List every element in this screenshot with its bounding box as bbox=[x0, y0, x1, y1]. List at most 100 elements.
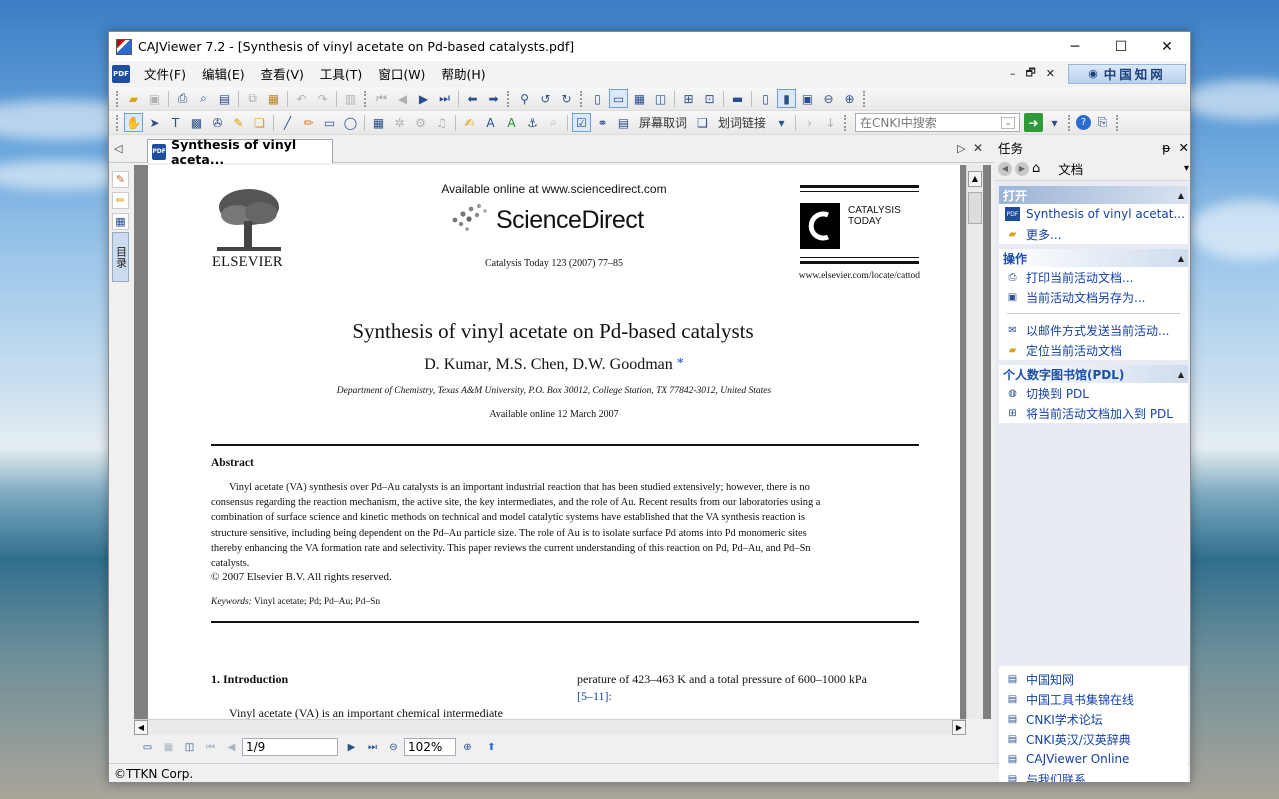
toolbar-grip[interactable] bbox=[844, 114, 848, 131]
collapse-icon[interactable]: ▲ bbox=[1178, 191, 1184, 200]
document-pdf-icon[interactable]: PDF bbox=[112, 64, 130, 83]
menu-view[interactable]: 查看(V) bbox=[253, 64, 312, 83]
hand-tool-icon[interactable]: ✋ bbox=[124, 113, 143, 132]
cnki-logo[interactable]: ◉ 中国知网 bbox=[1068, 63, 1186, 84]
horizontal-scrollbar[interactable]: ◀ ▶ bbox=[134, 719, 966, 735]
mdi-minimize-button[interactable]: – bbox=[1010, 67, 1016, 80]
highlight-icon[interactable]: ✎ bbox=[229, 113, 248, 132]
search-knowledge-icon[interactable]: ⌕ bbox=[544, 113, 563, 132]
reference-link[interactable]: [5–11]: bbox=[577, 689, 612, 704]
double-page-view-icon[interactable]: ◫ bbox=[182, 740, 197, 755]
properties-icon[interactable]: ▥ bbox=[341, 89, 360, 108]
toolbar-grip[interactable] bbox=[580, 90, 584, 107]
actual-size-icon[interactable]: ▯ bbox=[756, 89, 775, 108]
single-page-icon[interactable]: ▯ bbox=[588, 89, 607, 108]
rotate-dropdown-icon[interactable]: ⊡ bbox=[700, 89, 719, 108]
link-cnki[interactable]: ▤ 中国知网 bbox=[999, 669, 1188, 689]
image-select-icon[interactable]: ▩ bbox=[187, 113, 206, 132]
ocr-icon[interactable]: ✇ bbox=[208, 113, 227, 132]
first-page-icon[interactable]: ⏮ bbox=[372, 89, 391, 108]
task-pane-nav-label[interactable]: 文档 bbox=[1048, 159, 1184, 178]
toolbar-grip[interactable] bbox=[863, 90, 867, 107]
arrow-down-icon[interactable]: ↓ bbox=[821, 113, 840, 132]
thumbnail-view-icon[interactable]: ▦ bbox=[161, 740, 176, 755]
underline-icon[interactable]: A bbox=[502, 113, 521, 132]
task-pane-dropdown-icon[interactable]: ▾ bbox=[1184, 163, 1189, 174]
mdi-close-button[interactable]: ✕ bbox=[1046, 67, 1055, 80]
switch-to-pdl-link[interactable]: ◍ 切换到 PDL bbox=[999, 383, 1188, 403]
paste-icon[interactable]: ▦ bbox=[264, 89, 283, 108]
rotate-right-icon[interactable]: ↻ bbox=[557, 89, 576, 108]
save-as-link[interactable]: ▣ 当前活动文档另存为... bbox=[999, 287, 1188, 307]
ellipse-icon[interactable]: ◯ bbox=[341, 113, 360, 132]
menu-tools[interactable]: 工具(T) bbox=[312, 64, 370, 83]
menu-edit[interactable]: 编辑(E) bbox=[194, 64, 253, 83]
open-folder-icon[interactable]: ▰ bbox=[124, 89, 143, 108]
add-to-pdl-link[interactable]: ⊞ 将当前活动文档加入到 PDL bbox=[999, 403, 1188, 423]
copy-icon[interactable]: ⧉ bbox=[243, 89, 262, 108]
forward-icon[interactable]: ▶ bbox=[1015, 161, 1029, 176]
first-page-icon[interactable]: ⏮ bbox=[203, 740, 218, 755]
text-select-icon[interactable]: T bbox=[166, 113, 185, 132]
print-icon[interactable]: ⎙ bbox=[173, 89, 192, 108]
section-pdl-header[interactable]: 个人数字图书馆(PDL) ▲ bbox=[999, 365, 1188, 383]
rectangle-icon[interactable]: ▭ bbox=[320, 113, 339, 132]
context-help-icon[interactable]: ⎘ bbox=[1093, 113, 1112, 132]
scroll-right-icon[interactable]: ▶ bbox=[952, 720, 966, 735]
toolbar-grip[interactable] bbox=[1068, 114, 1072, 131]
outline-panel-tab[interactable]: 目录 bbox=[112, 232, 129, 282]
arrow-right-icon[interactable]: › bbox=[800, 113, 819, 132]
continuous-page-icon[interactable]: ▭ bbox=[609, 89, 628, 108]
link-reference-books[interactable]: ▤ 中国工具书集锦在线 bbox=[999, 689, 1188, 709]
select-arrow-icon[interactable]: ➤ bbox=[145, 113, 164, 132]
stamp-icon[interactable]: ✲ bbox=[390, 113, 409, 132]
tab-scroll-right-icon[interactable]: ▷ bbox=[957, 142, 965, 155]
recent-document-link[interactable]: PDF Synthesis of vinyl acetat... bbox=[999, 204, 1188, 224]
menu-window[interactable]: 窗口(W) bbox=[370, 64, 433, 83]
up-arrow-icon[interactable]: ⬆ bbox=[484, 740, 499, 755]
zoom-area-icon[interactable]: ⚲ bbox=[515, 89, 534, 108]
collapse-icon[interactable]: ▲ bbox=[1178, 254, 1184, 263]
prev-page-icon[interactable]: ◀ bbox=[224, 740, 239, 755]
home-icon[interactable]: ⌂ bbox=[1032, 161, 1040, 176]
zoom-out-icon[interactable]: ⊖ bbox=[819, 89, 838, 108]
cnki-search-input[interactable]: 在CNKI中搜索 ⌄ bbox=[855, 113, 1021, 132]
scroll-up-icon[interactable]: ▲ bbox=[968, 171, 982, 187]
facing-pages-icon[interactable]: ▦ bbox=[630, 89, 649, 108]
music-icon[interactable]: ♫ bbox=[432, 113, 451, 132]
word-link-button[interactable]: 划词链接 bbox=[713, 114, 771, 131]
screen-ocr-toggle-icon[interactable]: ▤ bbox=[614, 113, 633, 132]
fit-width-icon[interactable]: ▮ bbox=[777, 89, 796, 108]
toolbar-grip[interactable] bbox=[116, 90, 120, 107]
fullscreen-icon[interactable]: ▬ bbox=[728, 89, 747, 108]
zoom-out-icon[interactable]: ⊖ bbox=[386, 740, 401, 755]
toolbar-grip[interactable] bbox=[116, 114, 120, 131]
link-cajviewer-online[interactable]: ▤ CAJViewer Online bbox=[999, 749, 1188, 769]
tab-close-icon[interactable]: ✕ bbox=[973, 141, 983, 155]
attach-icon[interactable]: ⚙ bbox=[411, 113, 430, 132]
pencil-icon[interactable]: ✏ bbox=[299, 113, 318, 132]
back-icon[interactable]: ⬅ bbox=[463, 89, 482, 108]
layout-dropdown-icon[interactable]: ⊞ bbox=[679, 89, 698, 108]
menu-file[interactable]: 文件(F) bbox=[136, 64, 194, 83]
word-link-dropdown-icon[interactable]: ▾ bbox=[772, 113, 791, 132]
print-preview-icon[interactable]: ⌕ bbox=[194, 89, 213, 108]
vertical-scroll-thumb[interactable] bbox=[968, 192, 982, 224]
link-cnki-dictionary[interactable]: ▤ CNKI英汉/汉英辞典 bbox=[999, 729, 1188, 749]
close-button[interactable]: ✕ bbox=[1144, 32, 1190, 61]
zoom-in-icon[interactable]: ⊕ bbox=[840, 89, 859, 108]
print-document-link[interactable]: ⎙ 打印当前活动文档... bbox=[999, 267, 1188, 287]
single-page-view-icon[interactable]: ▭ bbox=[140, 740, 155, 755]
task-pane-close-icon[interactable]: ✕ bbox=[1179, 140, 1189, 155]
thumbnail-panel-icon[interactable]: ▦ bbox=[112, 213, 129, 230]
corresponding-author-mark[interactable]: * bbox=[677, 356, 684, 371]
mdi-restore-button[interactable]: 🗗 bbox=[1025, 64, 1035, 83]
section-operations-header[interactable]: 操作 ▲ bbox=[999, 249, 1188, 267]
more-documents-link[interactable]: ▰ 更多... bbox=[999, 224, 1188, 244]
bookmark-icon[interactable]: ❏ bbox=[250, 113, 269, 132]
search-dropdown-icon[interactable]: ▾ bbox=[1045, 113, 1064, 132]
scan-icon[interactable]: ▤ bbox=[215, 89, 234, 108]
scroll-left-icon[interactable]: ◀ bbox=[134, 720, 148, 735]
zoom-level-input[interactable]: 102% bbox=[404, 738, 456, 756]
screen-ocr-icon[interactable]: ☑ bbox=[572, 113, 591, 132]
